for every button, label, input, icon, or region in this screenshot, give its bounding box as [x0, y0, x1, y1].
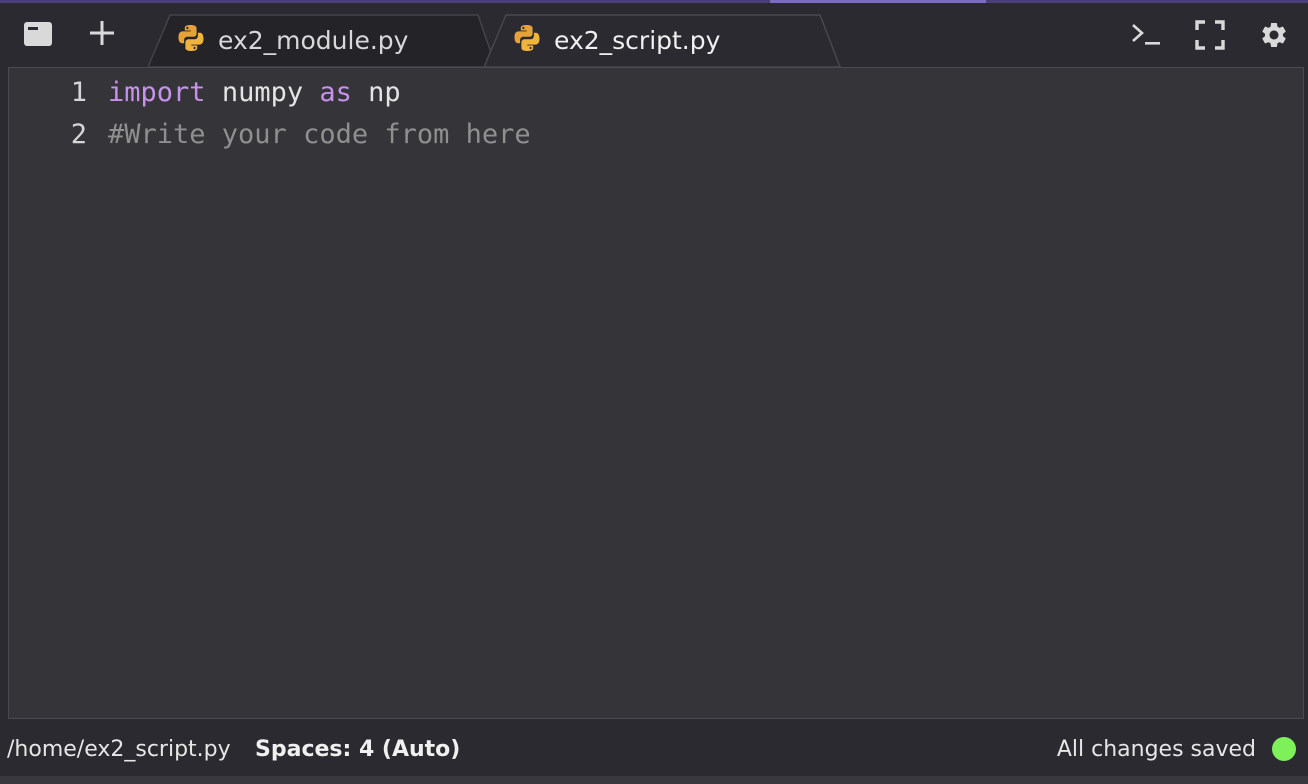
python-icon [176, 23, 206, 59]
status-indicator-dot [1272, 737, 1296, 761]
line-number: 2 [70, 118, 87, 150]
line-number: 1 [70, 76, 87, 108]
indentation-setting[interactable]: Spaces: 4 (Auto) [255, 737, 460, 762]
plus-icon[interactable] [86, 17, 118, 49]
fullscreen-icon[interactable] [1192, 17, 1228, 53]
file-path: /home/ex2_script.py [7, 736, 231, 762]
tab-bar: ex2_module.py ex2_script.py [0, 3, 1308, 67]
identifier-token: np [368, 76, 401, 108]
code-editor[interactable]: 1 import numpy as np 2 #Write your code … [8, 67, 1304, 719]
keyword-token: import [108, 76, 206, 108]
panel-icon[interactable] [20, 19, 56, 49]
comment-text: #Write your code from here [108, 118, 531, 150]
keyword-token: as [319, 76, 352, 108]
tab-ex2-module[interactable]: ex2_module.py [148, 14, 496, 67]
code-line[interactable]: 1 import numpy as np [9, 71, 401, 113]
save-status: All changes saved [1056, 736, 1256, 762]
terminal-icon[interactable] [1128, 17, 1164, 51]
python-icon [512, 23, 542, 59]
code-text: import numpy as np [108, 77, 401, 108]
identifier-token: numpy [221, 76, 304, 108]
tab-ex2-script[interactable]: ex2_script.py [484, 14, 844, 67]
gear-icon[interactable] [1256, 17, 1292, 53]
bottom-border [0, 776, 1308, 784]
tab-label: ex2_module.py [218, 26, 409, 55]
code-line[interactable]: 2 #Write your code from here [9, 113, 531, 155]
status-bar: /home/ex2_script.py Spaces: 4 (Auto) All… [0, 722, 1308, 776]
tab-label: ex2_script.py [554, 26, 721, 55]
